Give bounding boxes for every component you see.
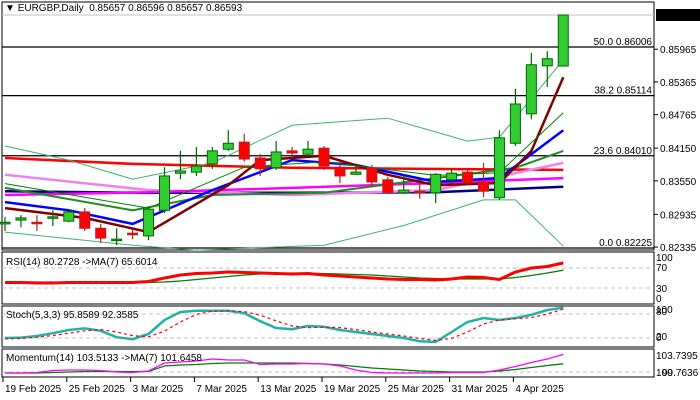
momentum-axis-label: 103.7395 [656,351,698,362]
bullish-candle[interactable] [143,208,155,237]
bullish-candle[interactable] [159,175,170,211]
date-axis-label: 3 Mar 2025 [133,384,184,395]
fib-level-label: 23.6 0.84010 [594,146,653,157]
date-axis-label: 19 Mar 2025 [324,384,381,395]
bullish-candle[interactable] [398,189,410,194]
date-axis-label: 25 Mar 2025 [388,384,445,395]
bullish-candle[interactable] [270,151,282,169]
date-axis-label: 19 Feb 2025 [5,384,62,395]
ma-blue-line [4,129,565,226]
bullish-candle[interactable] [446,172,458,181]
price-axis-label: 0.83550 [660,177,697,188]
date-axis-label: 25 Feb 2025 [69,384,126,395]
bearish-candle[interactable] [478,181,489,192]
bullish-candle[interactable] [63,211,75,222]
bearish-candle[interactable] [462,171,474,184]
stoch-axis-label: 0 [656,333,662,344]
bullish-candle[interactable] [525,64,537,115]
price-chart[interactable]: 50.0 0.86006 38.2 0.85114 23.6 0.84010 0.0 … [0,0,700,400]
stoch-axis-label: 80 [656,307,668,318]
bullish-candle[interactable] [111,238,123,242]
bearish-candle[interactable] [79,211,91,229]
bearish-candle[interactable] [286,150,298,154]
bearish-candle[interactable] [31,221,43,225]
bullish-candle[interactable] [509,103,521,144]
main-panel-frame [1,1,655,251]
date-axis-label: 13 Mar 2025 [260,384,317,395]
price-axis-label: 0.84765 [660,111,697,122]
momentum-axis-label: 99.7636 [662,368,699,379]
stoch-label: Stoch(5,3,3) 95.8589 92.3585 [6,310,139,321]
bullish-candle[interactable] [0,221,11,225]
price-axis-label: 0.85365 [660,78,697,89]
ma-maroon-line [4,76,565,234]
bearish-candle[interactable] [238,141,250,160]
bearish-candle[interactable] [366,167,378,183]
bearish-candle[interactable] [127,232,139,236]
fib-level-label: 50.0 0.86006 [594,37,653,48]
price-axis-label: 0.85965 [660,45,697,56]
bearish-candle[interactable] [382,179,394,194]
bullish-candle[interactable] [174,170,186,174]
rsi-axis-label: 0 [656,294,662,305]
date-axis-label: 7 Mar 2025 [196,384,247,395]
bullish-candle[interactable] [206,150,218,165]
bearish-candle[interactable] [318,147,330,167]
bearish-candle[interactable] [414,190,426,194]
bullish-candle[interactable] [47,216,59,219]
bullish-candle[interactable] [493,137,505,199]
bullish-candle[interactable] [15,217,27,221]
bullish-candle[interactable] [302,148,314,155]
rsi-axis-label: 70 [656,263,668,274]
price-axis-label: 0.84150 [660,144,697,155]
bearish-candle[interactable] [334,166,346,177]
bullish-candle[interactable] [222,142,234,150]
bullish-candle[interactable] [541,58,553,67]
fib-level-label: 0.0 0.82225 [599,238,652,249]
bullish-candle[interactable] [350,171,362,175]
fib-level-label: 38.2 0.85114 [594,86,652,97]
bullish-candle[interactable] [557,14,569,67]
momentum-label: Momentum(14) 103.5133 ->MA(7) 101.6458 [6,353,202,364]
date-axis-label: 4 Apr 2025 [515,384,564,395]
date-axis-label: 31 Mar 2025 [452,384,509,395]
price-axis-label: 0.82935 [660,210,697,221]
rsi-label: RSI(14) 80.2728 ->MA(7) 65.6014 [6,257,158,268]
bullish-candle[interactable] [430,173,442,194]
bearish-candle[interactable] [95,227,107,239]
bearish-candle[interactable] [254,157,266,170]
bullish-candle[interactable] [190,165,202,173]
current-price-label: 0.86593 [659,11,696,22]
